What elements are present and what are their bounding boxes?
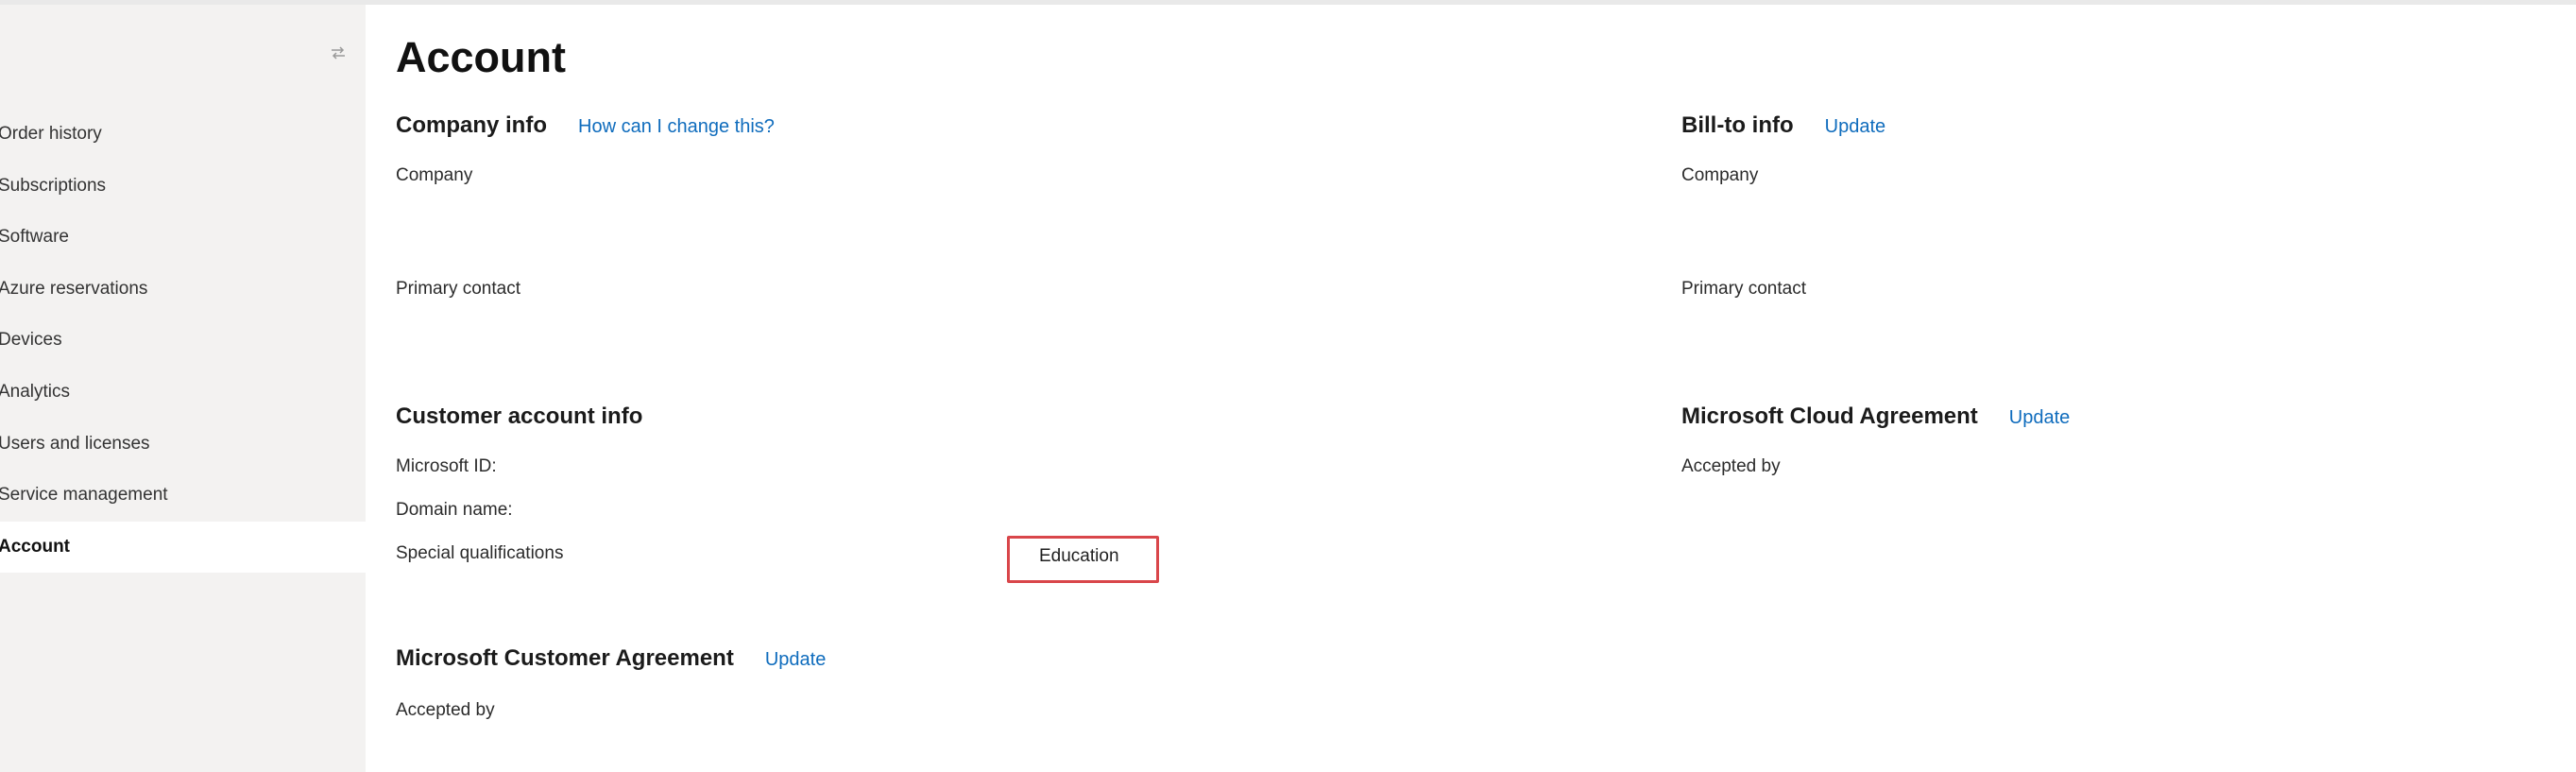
microsoft-id-label: Microsoft ID: <box>396 456 497 476</box>
sidebar-nav: Order history Subscriptions Software Azu… <box>0 109 366 574</box>
customer-agreement-update-link[interactable]: Update <box>765 649 827 671</box>
bill-to-primary-contact-label: Primary contact <box>1681 279 1806 299</box>
microsoft-customer-agreement-header: Microsoft Customer Agreement Update <box>396 645 826 672</box>
cloud-agreement-update-link[interactable]: Update <box>2009 407 2071 429</box>
bill-to-company-label: Company <box>1681 165 1759 185</box>
sidebar-item-users-and-licenses[interactable]: Users and licenses <box>0 419 366 471</box>
special-qualifications-value: Education <box>1039 546 1119 566</box>
microsoft-cloud-agreement-header: Microsoft Cloud Agreement Update <box>1681 403 2070 430</box>
sidebar-item-order-history[interactable]: Order history <box>0 109 366 161</box>
customer-account-info-header: Customer account info <box>396 403 642 430</box>
special-qualifications-label: Special qualifications <box>396 543 564 563</box>
microsoft-customer-agreement-title: Microsoft Customer Agreement <box>396 645 734 671</box>
cloud-agreement-accepted-by-label: Accepted by <box>1681 456 1781 476</box>
page-title: Account <box>396 33 566 81</box>
bill-to-info-header: Bill-to info Update <box>1681 112 1885 139</box>
primary-contact-label: Primary contact <box>396 279 520 299</box>
company-info-title: Company info <box>396 112 547 138</box>
customer-agreement-accepted-by-label: Accepted by <box>396 700 495 720</box>
company-label: Company <box>396 165 473 185</box>
bill-to-update-link[interactable]: Update <box>1825 116 1886 138</box>
company-info-header: Company info How can I change this? <box>396 112 775 139</box>
main-content: Account Company info How can I change th… <box>366 5 2576 772</box>
microsoft-cloud-agreement-title: Microsoft Cloud Agreement <box>1681 403 1978 429</box>
sidebar-item-devices[interactable]: Devices <box>0 315 366 367</box>
sidebar-item-analytics[interactable]: Analytics <box>0 367 366 419</box>
sidebar-item-service-management[interactable]: Service management <box>0 470 366 522</box>
how-can-i-change-this-link[interactable]: How can I change this? <box>578 116 775 138</box>
sidebar-item-azure-reservations[interactable]: Azure reservations <box>0 264 366 316</box>
collapse-arrows-icon[interactable] <box>330 46 347 60</box>
customer-account-info-title: Customer account info <box>396 403 643 429</box>
sidebar-item-subscriptions[interactable]: Subscriptions <box>0 161 366 213</box>
bill-to-info-title: Bill-to info <box>1681 112 1794 138</box>
domain-name-label: Domain name: <box>396 500 513 520</box>
sidebar-item-software[interactable]: Software <box>0 212 366 264</box>
sidebar: Order history Subscriptions Software Azu… <box>0 5 366 772</box>
sidebar-item-account[interactable]: Account <box>0 521 366 574</box>
